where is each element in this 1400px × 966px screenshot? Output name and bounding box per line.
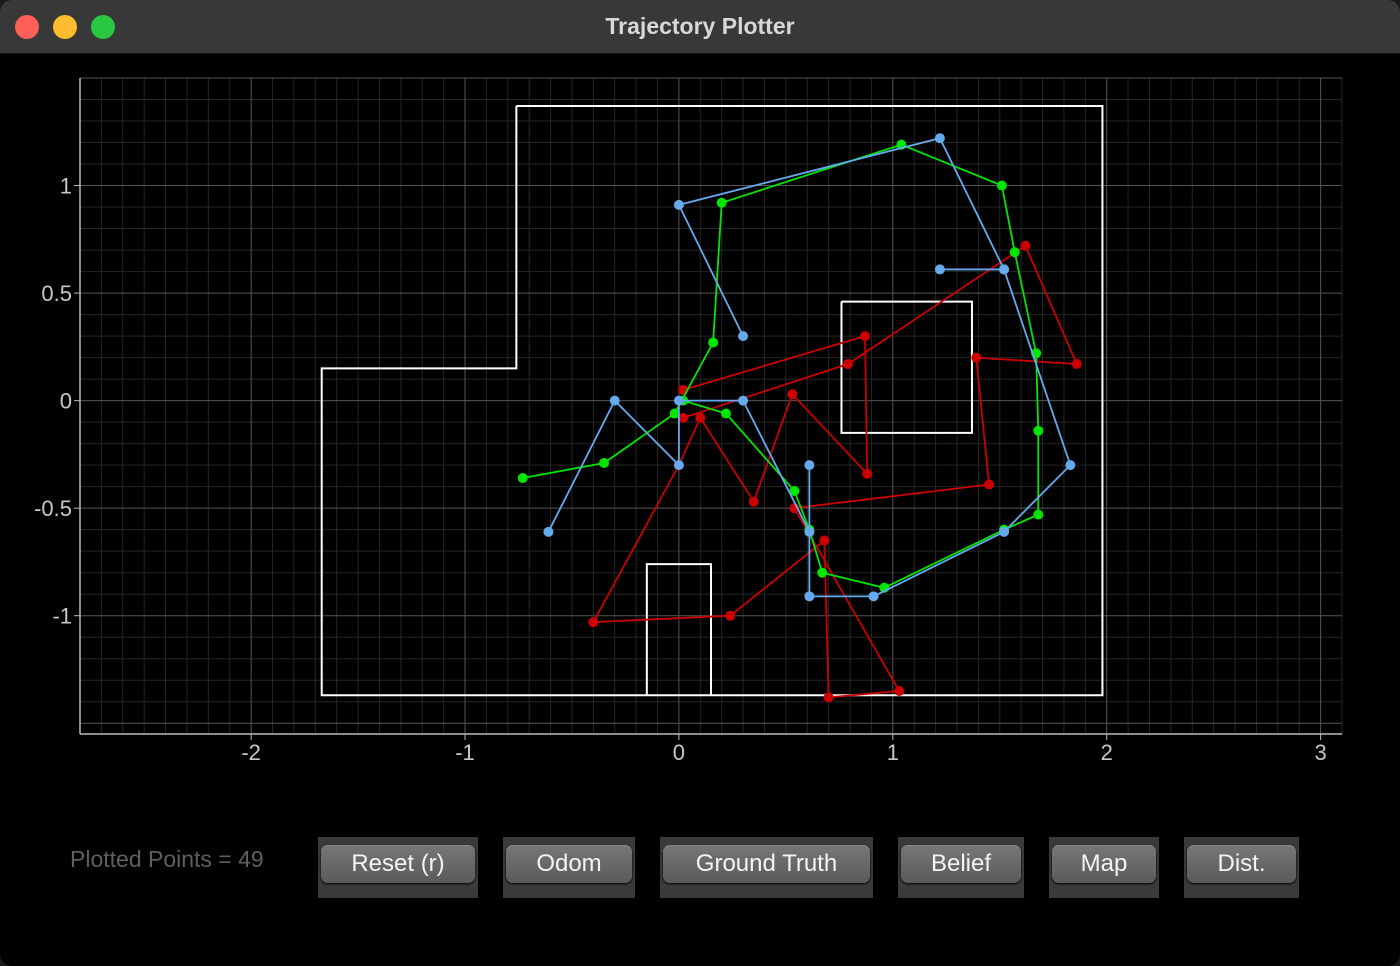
plotted-points-label: Plotted Points = 49: [70, 846, 264, 872]
x-tick-label: -2: [241, 740, 261, 765]
dist-button[interactable]: Dist.: [1187, 845, 1296, 883]
odom-point: [971, 352, 982, 363]
x-tick-label: -1: [455, 740, 475, 765]
odom-point: [842, 359, 853, 370]
map-wall: [840, 300, 973, 434]
ground-truth-point: [716, 197, 727, 208]
belief-point: [1065, 460, 1076, 471]
odom-point: [1020, 240, 1031, 251]
trajectory-series: [517, 133, 1082, 703]
odom-point: [695, 412, 706, 423]
x-tick-label: 1: [887, 740, 899, 765]
y-tick-label: -0.5: [34, 496, 72, 521]
x-tick-labels: -2 -1 0 1 2 3: [241, 734, 1327, 765]
map-button[interactable]: Map: [1052, 845, 1156, 883]
ground-truth-point: [1033, 509, 1044, 520]
belief-point: [609, 395, 620, 406]
belief-point: [804, 526, 815, 537]
x-tick-label: 3: [1314, 740, 1326, 765]
belief-point: [673, 460, 684, 471]
y-tick-label: 1: [60, 174, 72, 199]
dist-button-frame: Dist.: [1184, 837, 1299, 898]
ground-truth-point: [817, 567, 828, 578]
odom-point: [862, 468, 873, 479]
window-title: Trajectory Plotter: [605, 13, 795, 39]
ground-truth-point: [720, 408, 731, 419]
odom-point: [819, 535, 830, 546]
ground-truth-button-frame: Ground Truth: [660, 837, 873, 898]
belief-series: [543, 133, 1076, 602]
odom-point: [823, 692, 834, 703]
ground-truth-point: [708, 337, 719, 348]
belief-point: [738, 395, 749, 406]
ground-truth-series: [517, 139, 1044, 593]
belief-point: [934, 264, 945, 275]
y-tick-label: -1: [52, 604, 72, 629]
odom-point: [860, 331, 871, 342]
belief-button[interactable]: Belief: [901, 845, 1021, 883]
odom-button[interactable]: Odom: [506, 845, 632, 883]
belief-point: [999, 264, 1010, 275]
odom-point: [894, 685, 905, 696]
ground-truth-line: [522, 143, 1040, 589]
app-window: Trajectory Plotter -2 -1 0 1 2 3 1 0.5 0 -0.5 -1 …: [0, 0, 1400, 966]
odom-point: [588, 617, 599, 628]
odom-point: [725, 610, 736, 621]
trajectory-plot[interactable]: -2 -1 0 1 2 3 1 0.5 0 -0.5 -1: [0, 54, 1400, 774]
belief-point: [673, 199, 684, 210]
ground-truth-point: [599, 457, 610, 468]
y-tick-label: 0.5: [41, 281, 72, 306]
y-tick-labels: 1 0.5 0 -0.5 -1: [34, 174, 80, 629]
odom-series: [588, 240, 1082, 703]
x-tick-label: 2: [1101, 740, 1113, 765]
odom-point: [748, 496, 759, 507]
map-button-frame: Map: [1049, 837, 1159, 898]
odom-point: [984, 479, 995, 490]
odom-point: [787, 389, 798, 400]
belief-point: [804, 460, 815, 471]
belief-point: [934, 133, 945, 144]
ground-truth-point: [996, 180, 1007, 191]
belief-point: [999, 526, 1010, 537]
odom-point: [1071, 359, 1082, 370]
title-bar[interactable]: Trajectory Plotter: [0, 0, 1400, 54]
belief-point: [868, 591, 879, 602]
belief-point: [543, 526, 554, 537]
ground-truth-point: [1033, 425, 1044, 436]
belief-button-frame: Belief: [898, 837, 1024, 898]
reset-button-frame: Reset (r): [318, 837, 478, 898]
ground-truth-point: [517, 473, 528, 484]
belief-point: [738, 331, 749, 342]
ground-truth-button[interactable]: Ground Truth: [663, 845, 870, 883]
belief-point: [804, 591, 815, 602]
odom-line: [591, 244, 1079, 699]
y-tick-label: 0: [60, 389, 72, 414]
belief-point: [673, 395, 684, 406]
ground-truth-point: [1009, 247, 1020, 258]
odom-button-frame: Odom: [503, 837, 635, 898]
reset-button[interactable]: Reset (r): [321, 845, 475, 883]
x-tick-label: 0: [673, 740, 685, 765]
